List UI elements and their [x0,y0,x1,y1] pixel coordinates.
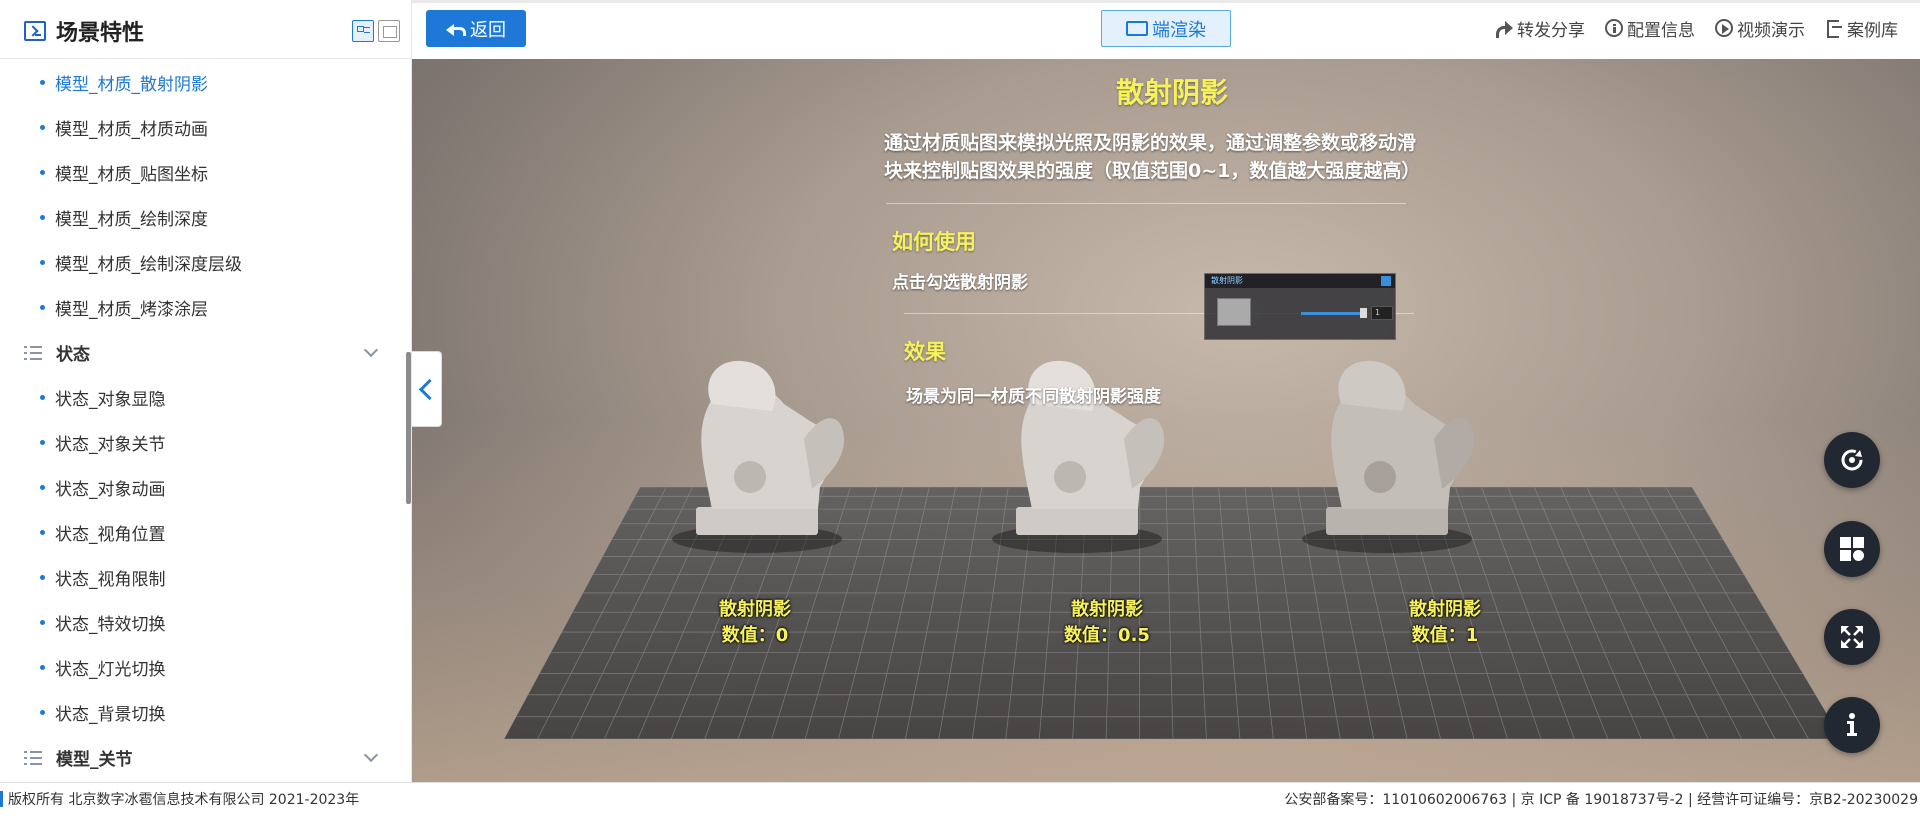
config-info-button[interactable]: 配置信息 [1605,16,1695,41]
footer: 版权所有 北京数字冰雹信息技术有限公司 2021-2023年 公安部备案号：11… [0,782,1920,823]
how-to-title: 如何使用 [892,230,976,254]
sidebar-item[interactable]: 状态_视角限制 [0,555,408,600]
effect-text: 场景为同一材质不同散射阴影强度 [906,387,1161,407]
scene-title: 散射阴影 [1115,76,1228,109]
scene-label: 散射阴影 数值：1 [1409,599,1481,646]
share-icon [1495,19,1513,38]
scene-label: 散射阴影 数值：0 [719,599,791,646]
back-button[interactable]: 返回 [426,10,526,47]
scene-description: 通过材质贴图来模拟光照及阴影的效果，通过调整参数或移动滑块来控制贴图效果的强度（… [884,132,1421,182]
checkbox-icon [1381,276,1391,286]
sidebar-item[interactable]: 状态_特效切换 [0,600,408,645]
sidebar-group-model-joint[interactable]: 模型_关节 [0,735,408,780]
info-circle-icon [1605,19,1623,37]
image-view-icon[interactable] [378,20,400,42]
rotate-button[interactable] [1824,432,1880,488]
share-button[interactable]: 转发分享 [1495,16,1585,41]
sidebar-item[interactable]: 模型_材质_绘制深度层级 [0,240,408,285]
sidebar-item[interactable]: 状态_灯光切换 [0,645,408,690]
back-arrow-icon [446,22,466,36]
view-toggle [352,20,400,42]
registration-text: 公安部备案号：11010602006763 | 京 ICP 备 19018737… [1284,792,1918,808]
top-actions: 转发分享 配置信息 视频演示 案例库 [1495,3,1898,53]
copyright-text: 版权所有 北京数字冰雹信息技术有限公司 2021-2023年 [8,792,360,808]
list-icon [24,750,42,765]
divider [886,203,1406,204]
footer-mark [0,791,3,807]
sidebar-item[interactable]: 模型_材质_散射阴影 [0,60,408,105]
scene-label: 散射阴影 数值：0.5 [1064,599,1150,646]
exit-icon [1825,19,1843,38]
layout-icon [1840,537,1864,561]
list-icon [24,345,42,360]
play-circle-icon [1715,19,1733,37]
sidebar-item[interactable]: 模型_材质_绘制深度 [0,195,408,240]
fullscreen-button[interactable] [1824,609,1880,665]
scene-viewport[interactable]: 散射阴影 通过材质贴图来模拟光照及阴影的效果，通过调整参数或移动滑块来控制贴图效… [412,59,1920,782]
top-bar: 返回 端渲染 转发分享 配置信息 视频演示 案例库 [412,3,1920,59]
sidebar-title: 场景特性 [56,20,145,46]
sidebar-item[interactable]: 状态_背景切换 [0,690,408,735]
sidebar-list: 模型_材质_散射阴影 模型_材质_材质动画 模型_材质_贴图坐标 模型_材质_绘… [0,60,408,780]
list-view-icon[interactable] [352,20,374,42]
sidebar-scrollbar[interactable] [406,352,411,504]
preview-value: 1 [1371,306,1393,320]
slider-track [1301,312,1363,315]
slider-knob [1360,308,1367,318]
chevron-down-icon[interactable] [363,747,379,763]
monitor-icon [1126,21,1148,36]
fullscreen-icon [1841,626,1863,648]
info-button[interactable] [1824,697,1880,753]
video-demo-button[interactable]: 视频演示 [1715,16,1805,41]
sidebar-item[interactable]: 状态_对象动画 [0,465,408,510]
info-icon [1847,713,1857,736]
sidebar-group-state[interactable]: 状态 [0,330,408,375]
sidebar-item[interactable]: 模型_材质_烤漆涂层 [0,285,408,330]
sidebar-item[interactable]: 状态_对象关节 [0,420,408,465]
effect-title: 效果 [904,340,946,364]
sidebar-header: 场景特性 [0,3,411,59]
preview-header: 散射阴影 [1205,274,1395,288]
settings-preview: 散射阴影 1 [1204,273,1396,340]
sidebar-item[interactable]: 状态_视角位置 [0,510,408,555]
texture-thumbnail [1217,298,1251,326]
sidebar-item[interactable]: 状态_对象显隐 [0,375,408,420]
terminal-icon [24,20,46,41]
info-panel: 散射阴影 通过材质贴图来模拟光照及阴影的效果，通过调整参数或移动滑块来控制贴图效… [884,71,1452,407]
sidebar: 场景特性 模型_材质_散射阴影 模型_材质_材质动画 模型_材质_贴图坐标 模型… [0,0,412,782]
layout-button[interactable] [1824,521,1880,577]
sidebar-item[interactable]: 模型_材质_材质动画 [0,105,408,150]
case-library-button[interactable]: 案例库 [1825,16,1898,41]
chevron-down-icon[interactable] [363,342,379,358]
render-mode-button[interactable]: 端渲染 [1101,10,1231,47]
rotate-icon [1841,449,1863,471]
sidebar-item[interactable]: 模型_材质_贴图坐标 [0,150,408,195]
collapse-sidebar-button[interactable] [412,351,442,427]
